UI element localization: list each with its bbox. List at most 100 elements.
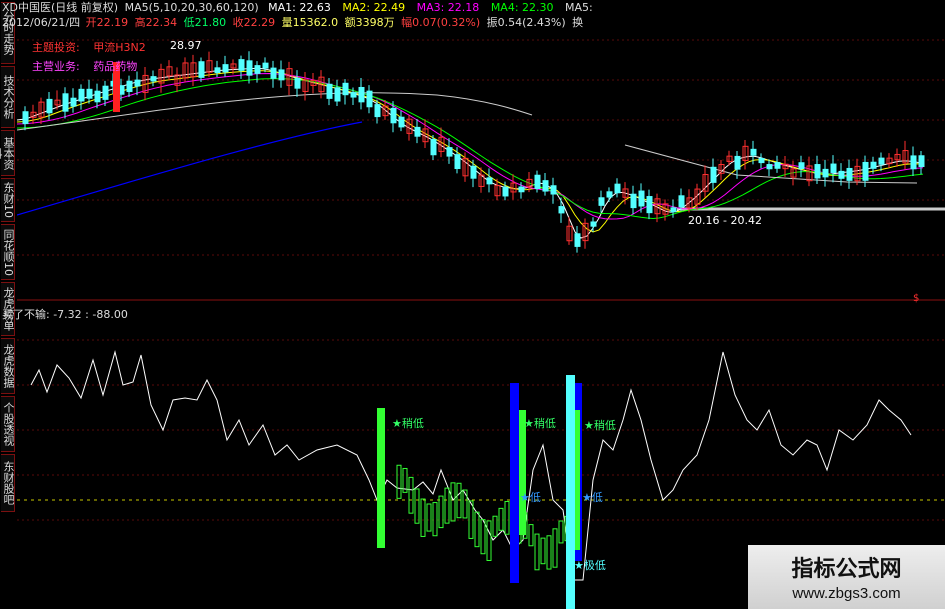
candle-body	[126, 80, 133, 93]
candle-body	[830, 163, 837, 173]
candle-body	[366, 90, 373, 108]
quote-date: 2012/06/21/四	[2, 16, 81, 29]
signal-step	[414, 488, 420, 524]
quote-amplitude: 振0.54(2.43%)	[486, 16, 566, 29]
quote-amount: 额3398万	[344, 16, 395, 29]
candle-body	[598, 197, 605, 206]
candle-body	[358, 86, 365, 103]
candle-body	[198, 61, 205, 78]
candle-body	[414, 126, 421, 137]
quote-change: 幅0.07(0.32%)	[401, 16, 481, 29]
candle-body	[326, 83, 333, 99]
candle-body	[134, 79, 141, 87]
candle-body	[606, 191, 613, 198]
signal-step	[408, 476, 414, 514]
tab-eastmoney-10[interactable]: 东财10	[1, 178, 15, 222]
signal-step	[552, 528, 558, 568]
candle-body	[86, 88, 93, 99]
candle-body	[486, 177, 493, 185]
candle-body	[222, 64, 229, 73]
candle-body	[102, 85, 109, 100]
tab-ths-10[interactable]: 同花顺10	[1, 224, 15, 280]
ma2-value: MA2: 22.49	[342, 1, 406, 14]
main-business-value: 药品药物	[93, 60, 138, 73]
candle-body	[758, 157, 765, 164]
candle-body	[246, 60, 253, 76]
candle-body	[22, 111, 29, 125]
sidebar: 分时走势 技术分析 基本资料 东财10 同花顺10 龙虎榜单 龙虎数据 个股透视…	[0, 0, 17, 609]
candle-body	[390, 107, 397, 124]
quote-more: 换	[572, 16, 584, 29]
candle-body	[294, 77, 301, 89]
watermark-url: www.zbgs3.com	[792, 585, 901, 602]
signal-bar-blue	[510, 383, 519, 583]
tab-technical-analysis[interactable]: 技术分析	[1, 66, 15, 128]
tab-dragon-tiger-data[interactable]: 龙虎数据	[1, 338, 15, 394]
candle-body	[710, 166, 717, 183]
label-slightly-low-2: ★稍低	[524, 417, 556, 430]
candle-body	[678, 195, 685, 208]
dollar-marker-icon: $	[913, 293, 920, 304]
candle-body	[46, 98, 53, 114]
watermark-title: 指标公式网	[791, 557, 902, 582]
ma4-value: MA4: 22.30	[490, 1, 554, 14]
candle-body	[446, 147, 453, 157]
signal-step	[480, 519, 486, 555]
signal-step	[426, 503, 432, 532]
ma5-line	[17, 121, 363, 216]
tab-fundamentals[interactable]: 基本资料	[0, 130, 15, 176]
candle-body	[670, 207, 677, 213]
tab-eastmoney-guba[interactable]: 东财股吧	[1, 454, 15, 512]
candle-body	[334, 87, 341, 102]
candle-body	[558, 206, 565, 214]
candle-body	[502, 186, 509, 197]
signal-step	[558, 520, 564, 544]
main-business-label: 主营业务:	[32, 60, 80, 73]
candle-body	[590, 221, 597, 227]
candle-body	[150, 76, 157, 82]
candle-body	[550, 185, 557, 195]
candle-body	[270, 67, 277, 79]
candle-body	[750, 148, 757, 156]
candle-body	[630, 193, 637, 209]
signal-step	[528, 524, 534, 547]
candle-body	[374, 104, 381, 118]
main-topic-label: 主题投资:	[32, 41, 80, 54]
indicator-readout: 买了不输: -7.32 : -88.00	[2, 308, 128, 321]
candle-body	[454, 154, 461, 170]
candle-body	[238, 59, 245, 71]
ma3-line	[17, 72, 924, 220]
candle-body	[846, 167, 853, 181]
moving-averages	[17, 67, 924, 239]
candle-body	[614, 183, 621, 194]
signal-step	[432, 502, 438, 537]
price-chart[interactable]	[17, 0, 945, 609]
candle-body	[254, 65, 261, 74]
tab-stock-perspective[interactable]: 个股透视	[1, 396, 15, 452]
signal-step	[450, 482, 456, 522]
candle-body	[62, 93, 69, 112]
label-low-1: ★低	[520, 491, 541, 504]
header-row-1: XD中国医(日线 前复权) MA5(5,10,20,30,60,120) MA1…	[2, 1, 593, 14]
candle-body	[278, 69, 285, 81]
signal-step	[474, 511, 480, 548]
label-slightly-low-1: ★稍低	[392, 417, 424, 430]
signal-step	[438, 495, 444, 529]
header-row-2: 2012/06/21/四 开22.19 高22.34 低21.80 收22.29…	[2, 16, 583, 29]
label-slightly-low-3: ★稍低	[584, 419, 616, 432]
grid-lines	[17, 39, 945, 521]
candle-body	[94, 90, 101, 103]
main-topic: 主题投资: 甲流H3N2	[32, 41, 146, 54]
label-low-2: ★低	[582, 491, 603, 504]
candle-body	[734, 155, 741, 170]
candle-body	[910, 155, 917, 170]
main-business: 主营业务: 药品药物	[32, 60, 137, 73]
candle-body	[542, 180, 549, 192]
candle-body	[822, 168, 829, 178]
signal-bar-green	[377, 408, 385, 548]
signal-step	[444, 487, 450, 524]
ma1-value: MA1: 22.63	[268, 1, 331, 14]
candle-body	[518, 186, 525, 193]
candle-body	[870, 161, 877, 169]
signal-step	[498, 507, 504, 531]
